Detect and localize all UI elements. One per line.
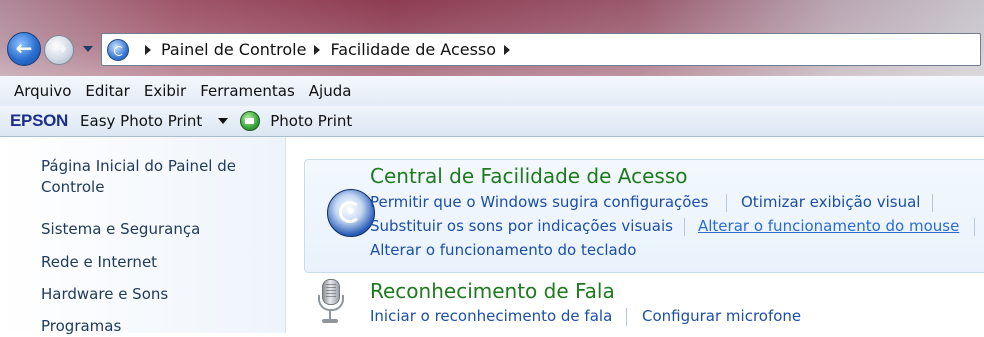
- main-content: Central de Facilidade de Acesso Permitir…: [286, 137, 984, 333]
- microphone-icon[interactable]: [316, 279, 344, 327]
- sidebar-item-home-line1[interactable]: Página Inicial do Painel de: [41, 156, 236, 177]
- breadcrumb-ease-of-access[interactable]: Facilidade de Acesso: [330, 40, 496, 59]
- task-change-mouse[interactable]: Alterar o funcionamento do mouse: [698, 217, 959, 235]
- menu-bar: Arquivo Editar Exibir Ferramentas Ajuda: [0, 76, 984, 106]
- sidebar-item-programs[interactable]: Programas: [41, 316, 121, 337]
- breadcrumb-arrow-icon[interactable]: [145, 44, 151, 55]
- task-optimize-visual[interactable]: Otimizar exibição visual: [741, 193, 920, 211]
- forward-button[interactable]: →: [44, 35, 74, 65]
- easy-photo-print-button[interactable]: Easy Photo Print: [80, 112, 202, 130]
- task-separator: [726, 194, 727, 212]
- photo-print-icon[interactable]: [240, 111, 261, 131]
- address-bar[interactable]: Painel de Controle Facilidade de Acesso: [101, 33, 981, 66]
- menu-help[interactable]: Ajuda: [302, 82, 359, 100]
- breadcrumb-arrow-icon[interactable]: [314, 44, 321, 55]
- photo-print-button[interactable]: Photo Print: [270, 112, 352, 130]
- ease-of-access-title[interactable]: Central de Facilidade de Acesso: [370, 164, 688, 188]
- menu-view[interactable]: Exibir: [137, 82, 193, 100]
- task-separator: [974, 218, 975, 236]
- chevron-down-icon: [83, 46, 93, 52]
- epson-logo: EPSON: [10, 111, 69, 130]
- breadcrumb-control-panel[interactable]: Painel de Controle: [161, 40, 306, 59]
- task-separator: [626, 308, 627, 326]
- sidebar-item-system-security[interactable]: Sistema e Segurança: [41, 219, 200, 240]
- sidebar-item-network-internet[interactable]: Rede e Internet: [41, 252, 157, 273]
- sidebar: Página Inicial do Painel de Controle Sis…: [0, 137, 286, 335]
- task-start-speech-recognition[interactable]: Iniciar o reconhecimento de fala: [370, 307, 612, 325]
- task-setup-microphone[interactable]: Configurar microfone: [642, 307, 801, 325]
- task-change-keyboard[interactable]: Alterar o funcionamento do teclado: [370, 241, 636, 259]
- forward-arrow-icon: →: [51, 38, 67, 60]
- breadcrumb-arrow-icon[interactable]: [504, 44, 511, 55]
- task-replace-sounds[interactable]: Substituir os sons por indicações visuai…: [370, 217, 673, 235]
- sidebar-item-hardware-sound[interactable]: Hardware e Sons: [41, 284, 168, 305]
- task-separator: [932, 194, 933, 212]
- epson-toolbar: EPSON Easy Photo Print Photo Print: [0, 106, 984, 137]
- back-button[interactable]: ←: [7, 32, 41, 66]
- dropdown-arrow-icon[interactable]: [218, 118, 229, 124]
- recent-pages-button[interactable]: [78, 33, 98, 65]
- sidebar-item-home-line2[interactable]: Controle: [41, 177, 104, 198]
- task-suggest-settings[interactable]: Permitir que o Windows sugira configuraç…: [370, 193, 708, 211]
- speech-recognition-title[interactable]: Reconhecimento de Fala: [370, 279, 615, 303]
- ease-of-access-icon[interactable]: [327, 189, 375, 237]
- menu-file[interactable]: Arquivo: [0, 82, 78, 100]
- control-panel-icon: [107, 38, 129, 61]
- task-separator: [684, 218, 685, 236]
- menu-edit[interactable]: Editar: [78, 82, 136, 100]
- menu-tools[interactable]: Ferramentas: [193, 82, 302, 100]
- back-arrow-icon: ←: [15, 36, 33, 61]
